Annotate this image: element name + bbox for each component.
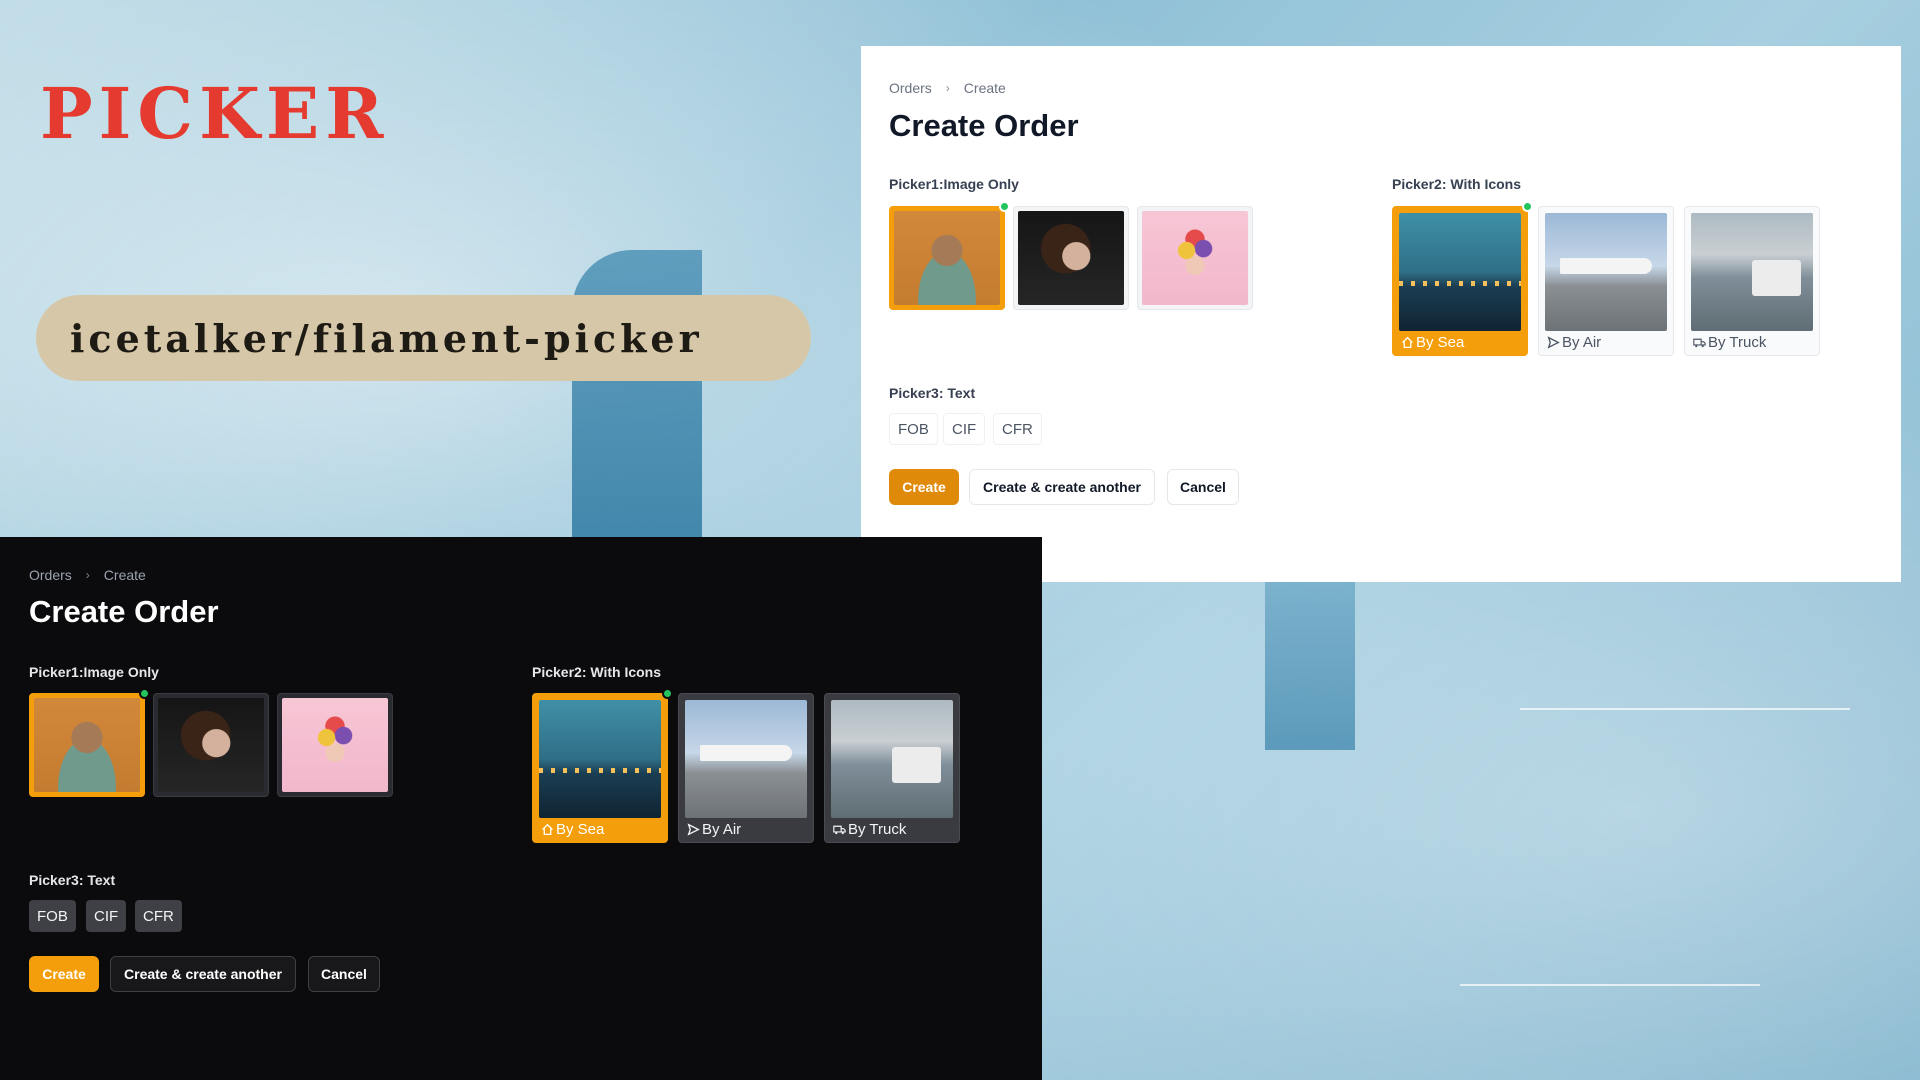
picker2-option-air[interactable]: By Air: [678, 693, 814, 843]
cancel-button[interactable]: Cancel: [1167, 469, 1239, 505]
picker1-label: Picker1:Image Only: [29, 664, 159, 680]
woman-portrait-image: [158, 698, 264, 792]
picker3-option-cfr[interactable]: CFR: [993, 413, 1042, 445]
breadcrumb-orders[interactable]: Orders: [29, 567, 72, 583]
woman-portrait-image: [1018, 211, 1124, 305]
package-name-pill: icetalker/filament-picker: [36, 295, 811, 381]
picker3-label: Picker3: Text: [889, 385, 976, 401]
picker2-label: Picker2: With Icons: [532, 664, 662, 680]
ice-background-shape: [1265, 580, 1355, 750]
picker2-option-caption: By Air: [685, 818, 807, 840]
sea-image: [1399, 213, 1521, 331]
flowers-image: [1142, 211, 1248, 305]
picker1-option-flowers[interactable]: [1137, 206, 1253, 310]
page-title: Create Order: [889, 108, 1079, 143]
picker3-option-fob[interactable]: FOB: [889, 413, 938, 445]
picker2-option-sea[interactable]: By Sea: [1392, 201, 1533, 356]
picker2-option-air[interactable]: By Air: [1538, 206, 1674, 356]
picker3-option-fob[interactable]: FOB: [29, 900, 76, 932]
picker2-option-caption: By Air: [1545, 331, 1667, 353]
picker2-option-label: By Sea: [556, 820, 605, 838]
create-another-button[interactable]: Create & create another: [969, 469, 1155, 505]
create-another-button[interactable]: Create & create another: [110, 956, 296, 992]
picker2-option-caption: By Sea: [1399, 331, 1521, 353]
truck-icon: [1693, 338, 1706, 347]
picker2-option-label: By Truck: [1708, 333, 1767, 351]
picker3-label: Picker3: Text: [29, 872, 116, 888]
check-icon: [1522, 201, 1533, 212]
breadcrumb: Orders › Create: [889, 80, 1006, 96]
paper-plane-icon: [1547, 335, 1560, 349]
picker3-option-cif[interactable]: CIF: [86, 900, 127, 932]
light-theme-panel: Orders › Create Create Order Picker1:Ima…: [861, 46, 1901, 582]
ice-streak: [1460, 984, 1760, 986]
page-title: Create Order: [29, 594, 219, 629]
check-icon: [139, 688, 150, 699]
paper-plane-icon: [687, 822, 700, 836]
breadcrumb-create: Create: [103, 567, 146, 583]
picker2-label: Picker2: With Icons: [1392, 176, 1522, 192]
check-icon: [999, 201, 1010, 212]
truck-image: [1691, 213, 1813, 331]
flowers-image: [282, 698, 388, 792]
dark-theme-panel: Orders › Create Create Order Picker1:Ima…: [0, 537, 1042, 1080]
home-icon: [1402, 336, 1413, 348]
picker1-option-flowers[interactable]: [277, 693, 393, 797]
brand-title: PICKER: [40, 72, 390, 155]
man-portrait-image: [34, 698, 140, 792]
picker2-option-truck[interactable]: By Truck: [824, 693, 960, 843]
picker2-option-label: By Air: [702, 820, 742, 838]
ice-background-shape: [572, 250, 702, 540]
ice-streak: [1520, 708, 1850, 710]
picker2-option-label: By Sea: [1416, 333, 1465, 351]
picker3-option-cif[interactable]: CIF: [943, 413, 986, 445]
picker1-label: Picker1:Image Only: [889, 176, 1019, 192]
package-name: icetalker/filament-picker: [70, 315, 703, 361]
home-icon: [542, 823, 553, 835]
man-portrait-image: [894, 211, 1000, 305]
picker1-option-man[interactable]: [29, 688, 150, 797]
picker3-option-cfr[interactable]: CFR: [135, 900, 182, 932]
create-button[interactable]: Create: [889, 469, 959, 505]
cancel-button[interactable]: Cancel: [308, 956, 380, 992]
truck-image: [831, 700, 953, 818]
picker2-option-truck[interactable]: By Truck: [1684, 206, 1820, 356]
airplane-image: [685, 700, 807, 818]
breadcrumb: Orders › Create: [29, 567, 146, 583]
picker2-option-caption: By Truck: [1691, 331, 1813, 353]
breadcrumb-orders[interactable]: Orders: [889, 80, 932, 96]
chevron-right-icon: ›: [85, 568, 90, 582]
breadcrumb-create: Create: [963, 80, 1006, 96]
picker2-option-label: By Air: [1562, 333, 1602, 351]
picker2-option-caption: By Truck: [831, 818, 953, 840]
chevron-right-icon: ›: [945, 81, 950, 95]
picker1-option-woman[interactable]: [153, 693, 269, 797]
create-button[interactable]: Create: [29, 956, 99, 992]
picker2-option-caption: By Sea: [539, 818, 661, 840]
airplane-image: [1545, 213, 1667, 331]
picker2-option-label: By Truck: [848, 820, 907, 838]
picker1-option-man[interactable]: [889, 201, 1010, 310]
check-icon: [662, 688, 673, 699]
sea-image: [539, 700, 661, 818]
picker2-option-sea[interactable]: By Sea: [532, 688, 673, 843]
picker1-option-woman[interactable]: [1013, 206, 1129, 310]
truck-icon: [833, 825, 846, 834]
